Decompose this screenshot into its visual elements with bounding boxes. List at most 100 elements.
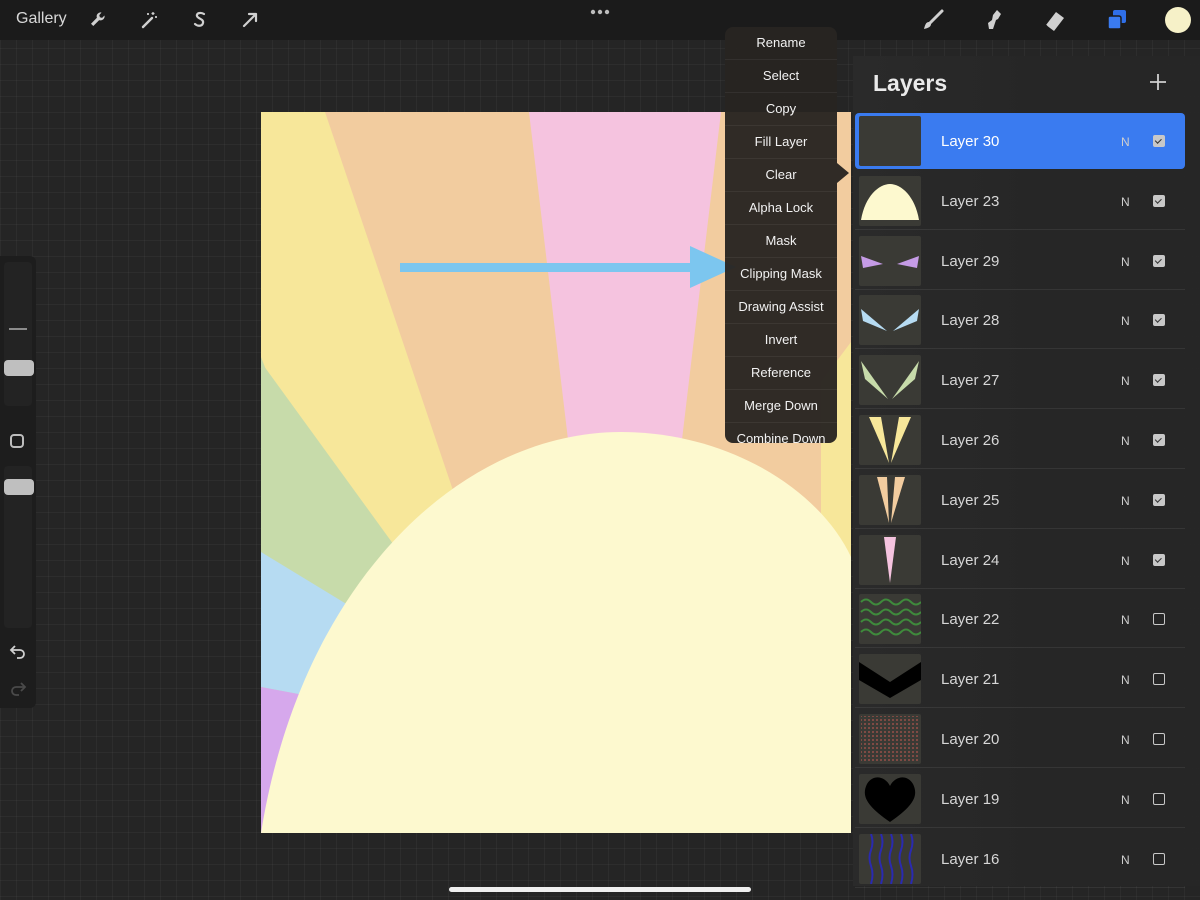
color-picker-button[interactable] bbox=[1165, 7, 1191, 33]
visibility-checkbox[interactable] bbox=[1153, 733, 1165, 745]
blend-mode-button[interactable]: N bbox=[1121, 733, 1130, 747]
visibility-checkbox[interactable] bbox=[1153, 374, 1165, 387]
layer-name: Layer 19 bbox=[941, 790, 1000, 808]
layers-icon[interactable] bbox=[1103, 6, 1131, 34]
layer-thumbnail[interactable] bbox=[859, 116, 921, 166]
layer-name: Layer 21 bbox=[941, 671, 1000, 689]
visibility-checkbox[interactable] bbox=[1153, 553, 1165, 566]
layer-row[interactable]: Layer 20 N bbox=[855, 711, 1185, 768]
menu-item-combine-down[interactable]: Combine Down bbox=[725, 423, 837, 455]
modify-button[interactable] bbox=[10, 434, 24, 448]
layer-thumbnail[interactable] bbox=[859, 773, 921, 824]
blend-mode-button[interactable]: N bbox=[1121, 494, 1130, 508]
layer-name: Layer 28 bbox=[941, 312, 1000, 330]
visibility-checkbox[interactable] bbox=[1153, 135, 1165, 147]
visibility-checkbox[interactable] bbox=[1153, 493, 1165, 506]
visibility-checkbox[interactable] bbox=[1153, 434, 1165, 446]
layer-thumbnail[interactable] bbox=[859, 295, 921, 346]
layer-thumbnail[interactable] bbox=[859, 175, 921, 226]
eraser-icon[interactable] bbox=[1041, 6, 1069, 34]
visibility-checkbox[interactable] bbox=[1153, 673, 1165, 686]
blend-mode-button[interactable]: N bbox=[1121, 195, 1130, 209]
slider-tick bbox=[9, 328, 27, 330]
layer-name: Layer 24 bbox=[941, 551, 1000, 569]
selection-s-icon[interactable] bbox=[186, 6, 214, 34]
layer-name: Layer 20 bbox=[941, 731, 1000, 748]
opacity-knob[interactable] bbox=[4, 479, 34, 495]
blend-mode-button[interactable]: N bbox=[1121, 374, 1130, 388]
redo-icon[interactable] bbox=[9, 680, 27, 696]
blend-mode-button[interactable]: N bbox=[1121, 793, 1130, 807]
home-indicator bbox=[449, 887, 751, 892]
blend-mode-button[interactable]: N bbox=[1121, 554, 1130, 568]
layer-thumbnail[interactable] bbox=[859, 534, 921, 585]
layer-row[interactable]: Layer 23 N bbox=[855, 173, 1185, 230]
layer-thumbnail[interactable] bbox=[859, 594, 921, 645]
layer-row[interactable]: Layer 16 N bbox=[855, 831, 1185, 888]
layer-name: Layer 27 bbox=[941, 372, 1000, 390]
layer-row[interactable]: Layer 30 N bbox=[855, 113, 1185, 169]
highlight-arrow bbox=[400, 246, 736, 288]
menu-item-copy[interactable]: Copy bbox=[725, 93, 837, 126]
layer-thumbnail[interactable] bbox=[859, 415, 921, 465]
layer-row[interactable]: Layer 22 N bbox=[855, 591, 1185, 649]
menu-item-clear[interactable]: Clear bbox=[725, 159, 837, 192]
brush-icon[interactable] bbox=[919, 6, 947, 34]
menu-item-rename[interactable]: Rename bbox=[725, 27, 837, 60]
visibility-checkbox[interactable] bbox=[1153, 852, 1165, 865]
smudge-icon[interactable] bbox=[980, 6, 1008, 34]
layer-name: Layer 16 bbox=[941, 850, 1000, 868]
layer-row[interactable]: Layer 28 N bbox=[855, 292, 1185, 350]
layer-thumbnail[interactable] bbox=[859, 474, 921, 525]
layer-name: Layer 25 bbox=[941, 491, 1000, 509]
blend-mode-button[interactable]: N bbox=[1121, 673, 1130, 687]
visibility-checkbox[interactable] bbox=[1153, 254, 1165, 267]
layer-row[interactable]: Layer 29 N bbox=[855, 233, 1185, 290]
visibility-checkbox[interactable] bbox=[1153, 792, 1165, 805]
blend-mode-button[interactable]: N bbox=[1121, 255, 1130, 269]
layer-thumbnail[interactable] bbox=[859, 833, 921, 884]
brush-size-knob[interactable] bbox=[4, 360, 34, 376]
brush-size-slider[interactable] bbox=[4, 262, 32, 406]
more-options-icon[interactable] bbox=[588, 6, 612, 18]
undo-icon[interactable] bbox=[9, 643, 27, 659]
layer-row[interactable]: Layer 25 N bbox=[855, 472, 1185, 529]
menu-item-clipping-mask[interactable]: Clipping Mask bbox=[725, 258, 837, 291]
layers-title: Layers bbox=[873, 70, 948, 96]
left-sidebar bbox=[0, 256, 36, 708]
menu-item-alpha-lock[interactable]: Alpha Lock bbox=[725, 192, 837, 225]
blend-mode-button[interactable]: N bbox=[1121, 853, 1130, 867]
blend-mode-button[interactable]: N bbox=[1121, 314, 1130, 328]
layer-row[interactable]: Layer 26 N bbox=[855, 412, 1185, 469]
blend-mode-button[interactable]: N bbox=[1121, 434, 1130, 448]
layer-thumbnail[interactable] bbox=[859, 714, 921, 764]
visibility-checkbox[interactable] bbox=[1153, 314, 1165, 327]
add-layer-icon[interactable] bbox=[1149, 73, 1167, 91]
top-toolbar: Gallery bbox=[0, 0, 1200, 40]
layer-thumbnail[interactable] bbox=[859, 235, 921, 286]
magic-wand-icon[interactable] bbox=[135, 6, 163, 34]
move-arrow-icon[interactable] bbox=[236, 6, 264, 34]
menu-item-invert[interactable]: Invert bbox=[725, 324, 837, 357]
layer-row[interactable]: Layer 19 N bbox=[855, 771, 1185, 828]
layer-name: Layer 23 bbox=[941, 192, 1000, 210]
blend-mode-button[interactable]: N bbox=[1121, 135, 1130, 149]
menu-item-mask[interactable]: Mask bbox=[725, 225, 837, 258]
menu-item-fill-layer[interactable]: Fill Layer bbox=[725, 126, 837, 159]
visibility-checkbox[interactable] bbox=[1153, 613, 1165, 626]
layer-row[interactable]: Layer 24 N bbox=[855, 532, 1185, 589]
menu-item-merge-down[interactable]: Merge Down bbox=[725, 390, 837, 423]
visibility-checkbox[interactable] bbox=[1153, 194, 1165, 207]
layer-thumbnail[interactable] bbox=[859, 654, 921, 705]
layer-row[interactable]: Layer 27 N bbox=[855, 352, 1185, 410]
gallery-button[interactable]: Gallery bbox=[16, 10, 67, 28]
layer-thumbnail[interactable] bbox=[859, 355, 921, 406]
menu-item-drawing-assist[interactable]: Drawing Assist bbox=[725, 291, 837, 324]
blend-mode-button[interactable]: N bbox=[1121, 613, 1130, 627]
wrench-icon[interactable] bbox=[84, 6, 112, 34]
menu-item-reference[interactable]: Reference bbox=[725, 357, 837, 390]
layer-row[interactable]: Layer 21 N bbox=[855, 651, 1185, 709]
layers-panel: Layers Layer 30 N Layer 23 N Layer 29 N Layer … bbox=[853, 56, 1200, 888]
menu-item-select[interactable]: Select bbox=[725, 60, 837, 93]
layer-name: Layer 29 bbox=[941, 252, 1000, 270]
